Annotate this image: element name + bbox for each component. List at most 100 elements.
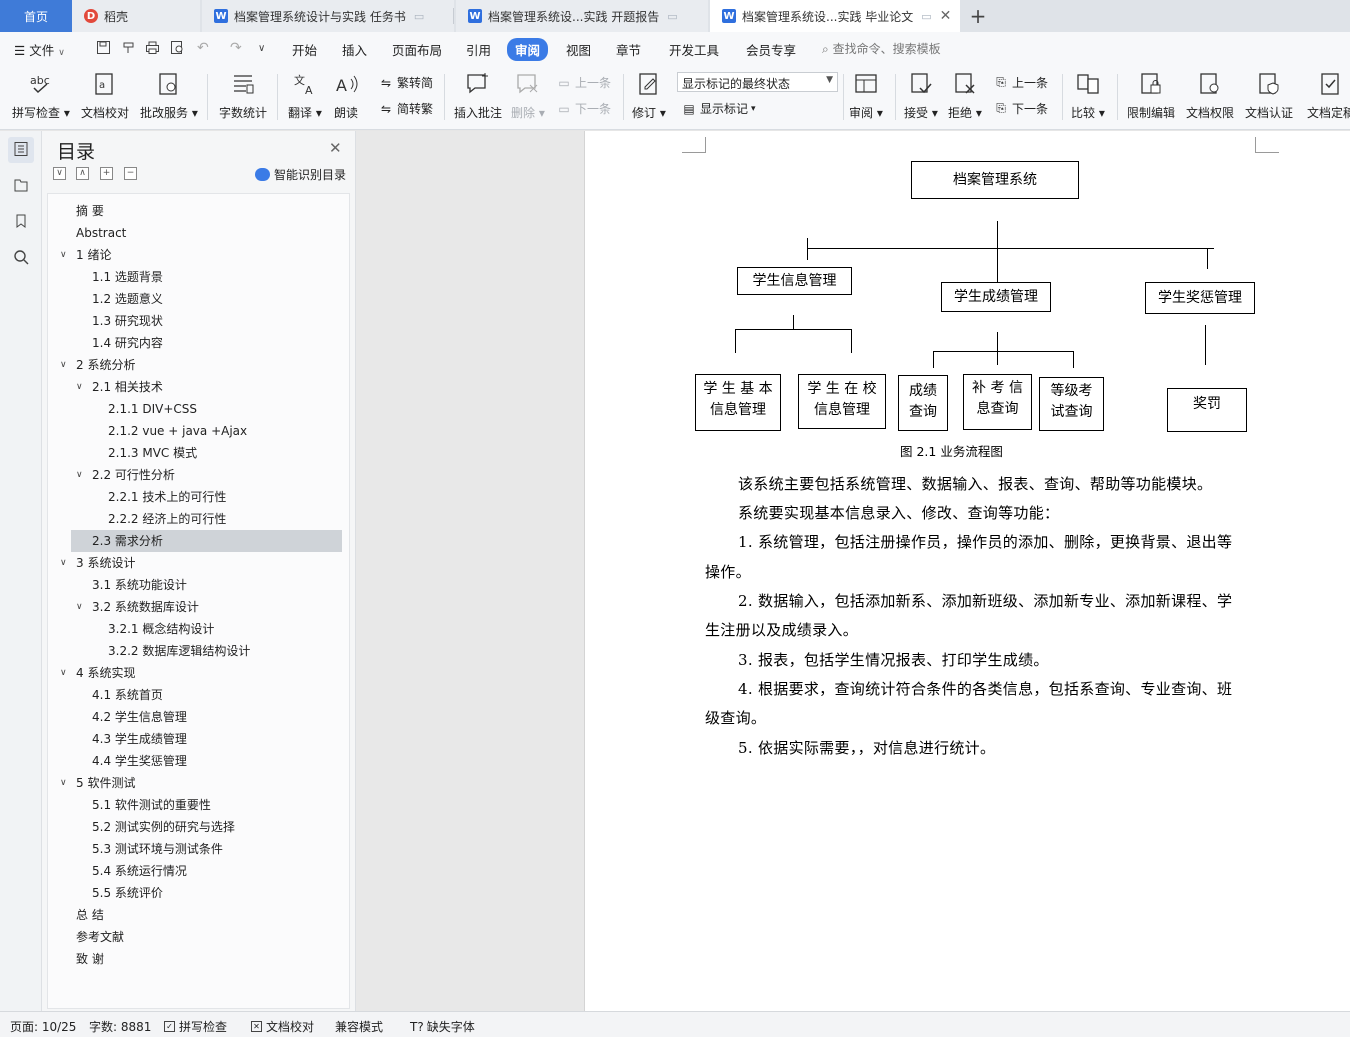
toc-item[interactable]: ∨ 4 系统实现 [48,662,348,684]
doc-permission-button[interactable]: 文档权限 [1186,70,1234,121]
tab-doc-thesis[interactable]: W 档案管理系统设...实践 毕业论文 ▭ ✕ [710,0,960,32]
new-tab-button[interactable]: + [966,4,990,28]
chevron-down-icon[interactable]: ∨ [60,772,67,794]
word-count-button[interactable]: 字数统计 [219,70,267,121]
next-comment-button[interactable]: ▭ 下一条 [556,100,611,117]
toc-item[interactable]: 1.2 选题意义 [48,288,348,310]
chevron-down-icon[interactable]: ∨ [60,552,67,574]
toc-item[interactable]: 2.1.2 vue + java +Ajax [48,420,348,442]
compare-button[interactable]: 比较 ▾ [1071,70,1105,121]
restrict-edit-button[interactable]: 限制编辑 [1127,70,1175,121]
toc-item[interactable]: 1.1 选题背景 [48,266,348,288]
toc-item[interactable]: 2.1.1 DIV+CSS [48,398,348,420]
prev-comment-button[interactable]: ▭ 上一条 [556,74,611,91]
missing-font-indicator[interactable]: T? 缺失字体 [410,1018,475,1035]
quick-access-dropdown-icon[interactable]: ∨ [258,43,265,54]
menu-member[interactable]: 会员专享 [746,40,796,59]
chevron-down-icon[interactable]: ∨ [60,244,67,266]
remove-heading-icon[interactable]: − [124,167,137,180]
toc-item[interactable]: 致 谢 [48,948,348,970]
read-aloud-button[interactable]: A 朗读 [333,70,359,121]
toc-item[interactable]: 3.1 系统功能设计 [48,574,348,596]
toc-item[interactable]: 5.3 测试环境与测试条件 [48,838,348,860]
menu-insert[interactable]: 插入 [342,40,367,59]
delete-comment-button[interactable]: 删除 ▾ [511,70,545,121]
toc-item[interactable]: 5.4 系统运行情况 [48,860,348,882]
chevron-down-icon[interactable]: ∨ [76,596,83,618]
toc-item[interactable]: 5.2 测试实例的研究与选择 [48,816,348,838]
toc-item[interactable]: 1.4 研究内容 [48,332,348,354]
toc-item[interactable]: 参考文献 [48,926,348,948]
bookmark-button[interactable] [8,209,34,235]
toc-item[interactable]: 2.3 需求分析 [71,530,342,552]
spell-check-button[interactable]: abc 拼写检查 ▾ [12,70,70,121]
chapter-nav-button[interactable] [8,173,34,199]
toc-item[interactable]: 2.1.3 MVC 模式 [48,442,348,464]
status-doc-proof[interactable]: ✕ 文档校对 [251,1018,314,1035]
tab-doc-proposal[interactable]: W 档案管理系统设...实践 开题报告 ▭ [456,0,708,32]
page-indicator[interactable]: 页面: 10/25 [10,1018,76,1035]
to-traditional-button[interactable]: ⇋ 繁转简 [378,74,433,91]
print-icon[interactable] [145,40,160,59]
toc-item[interactable]: 2.2.2 经济上的可行性 [48,508,348,530]
toc-item[interactable]: ∨ 5 软件测试 [48,772,348,794]
toc-item[interactable]: 5.1 软件测试的重要性 [48,794,348,816]
toc-item[interactable]: 2.2.1 技术上的可行性 [48,486,348,508]
find-button[interactable] [8,245,34,271]
doc-proof-button[interactable]: a 文档校对 [81,70,129,121]
file-menu[interactable]: ☰ 文件 ∨ [14,40,65,59]
status-spell-check[interactable]: ✓ 拼写检查 [164,1018,227,1035]
toc-item[interactable]: ∨ 3 系统设计 [48,552,348,574]
format-painter-icon[interactable] [121,40,136,59]
tab-home[interactable]: 首页 [0,0,72,32]
toc-item[interactable]: 1.3 研究现状 [48,310,348,332]
tab-doc-task[interactable]: W 档案管理系统设计与实践 任务书 ▭ [202,0,454,32]
toc-item[interactable]: 3.2.1 概念结构设计 [48,618,348,640]
expand-up-icon[interactable]: ∧ [76,167,89,180]
toc-item[interactable]: ∨ 1 绪论 [48,244,348,266]
toc-item[interactable]: ∨ 3.2 系统数据库设计 [48,596,348,618]
track-changes-button[interactable]: 修订 ▾ [632,70,666,121]
menu-developer[interactable]: 开发工具 [669,40,719,59]
to-simplified-button[interactable]: ⇋ 简转繁 [378,100,433,117]
print-preview-icon[interactable] [170,40,185,59]
redo-icon[interactable]: ↷ [230,40,242,56]
toc-item[interactable]: 4.3 学生成绩管理 [48,728,348,750]
toc-item[interactable]: Abstract [48,222,348,244]
reject-button[interactable]: 拒绝 ▾ [948,70,982,121]
review-pane-button[interactable]: 审阅 ▾ [849,70,883,121]
menu-chapter[interactable]: 章节 [616,40,641,59]
toc-item[interactable]: 3.2.2 数据库逻辑结构设计 [48,640,348,662]
chevron-down-icon[interactable]: ∨ [76,376,83,398]
insert-comment-button[interactable]: 插入批注 [454,70,502,121]
toc-item[interactable]: 摘 要 [48,200,348,222]
menu-references[interactable]: 引用 [466,40,491,59]
menu-start[interactable]: 开始 [292,40,317,59]
toc-item[interactable]: ∨ 2.1 相关技术 [48,376,348,398]
toc-item[interactable]: ∨ 2.2 可行性分析 [48,464,348,486]
close-icon[interactable]: ✕ [329,139,342,157]
chevron-down-icon[interactable]: ∨ [60,354,67,376]
doc-auth-button[interactable]: 文档认证 [1245,70,1293,121]
toc-item[interactable]: ∨ 2 系统分析 [48,354,348,376]
toc-item[interactable]: 总 结 [48,904,348,926]
tab-docer[interactable]: D 稻壳 [72,0,200,32]
toc-item[interactable]: 4.2 学生信息管理 [48,706,348,728]
toc-item[interactable]: 4.1 系统首页 [48,684,348,706]
doc-finalize-button[interactable]: 文档定稿 [1307,70,1350,121]
chevron-down-icon[interactable]: ∨ [76,464,83,486]
smart-toc-button[interactable]: 智能识别目录 [255,166,346,183]
close-tab-icon[interactable]: ✕ [940,8,952,24]
next-change-button[interactable]: ⎘ 下一条 [993,100,1048,117]
save-icon[interactable] [96,40,111,59]
undo-icon[interactable]: ↶ [197,40,209,56]
toc-pane-button[interactable] [8,137,34,163]
translate-button[interactable]: 文A 翻译 ▾ [288,70,322,121]
collapse-all-icon[interactable]: ∨ [53,167,66,180]
menu-view[interactable]: 视图 [566,40,591,59]
chevron-down-icon[interactable]: ∨ [60,662,67,684]
menu-page-layout[interactable]: 页面布局 [392,40,442,59]
toc-item[interactable]: 4.4 学生奖惩管理 [48,750,348,772]
show-markup-button[interactable]: ▤ 显示标记 ▾ [681,100,755,117]
prev-change-button[interactable]: ⎘ 上一条 [993,74,1048,91]
